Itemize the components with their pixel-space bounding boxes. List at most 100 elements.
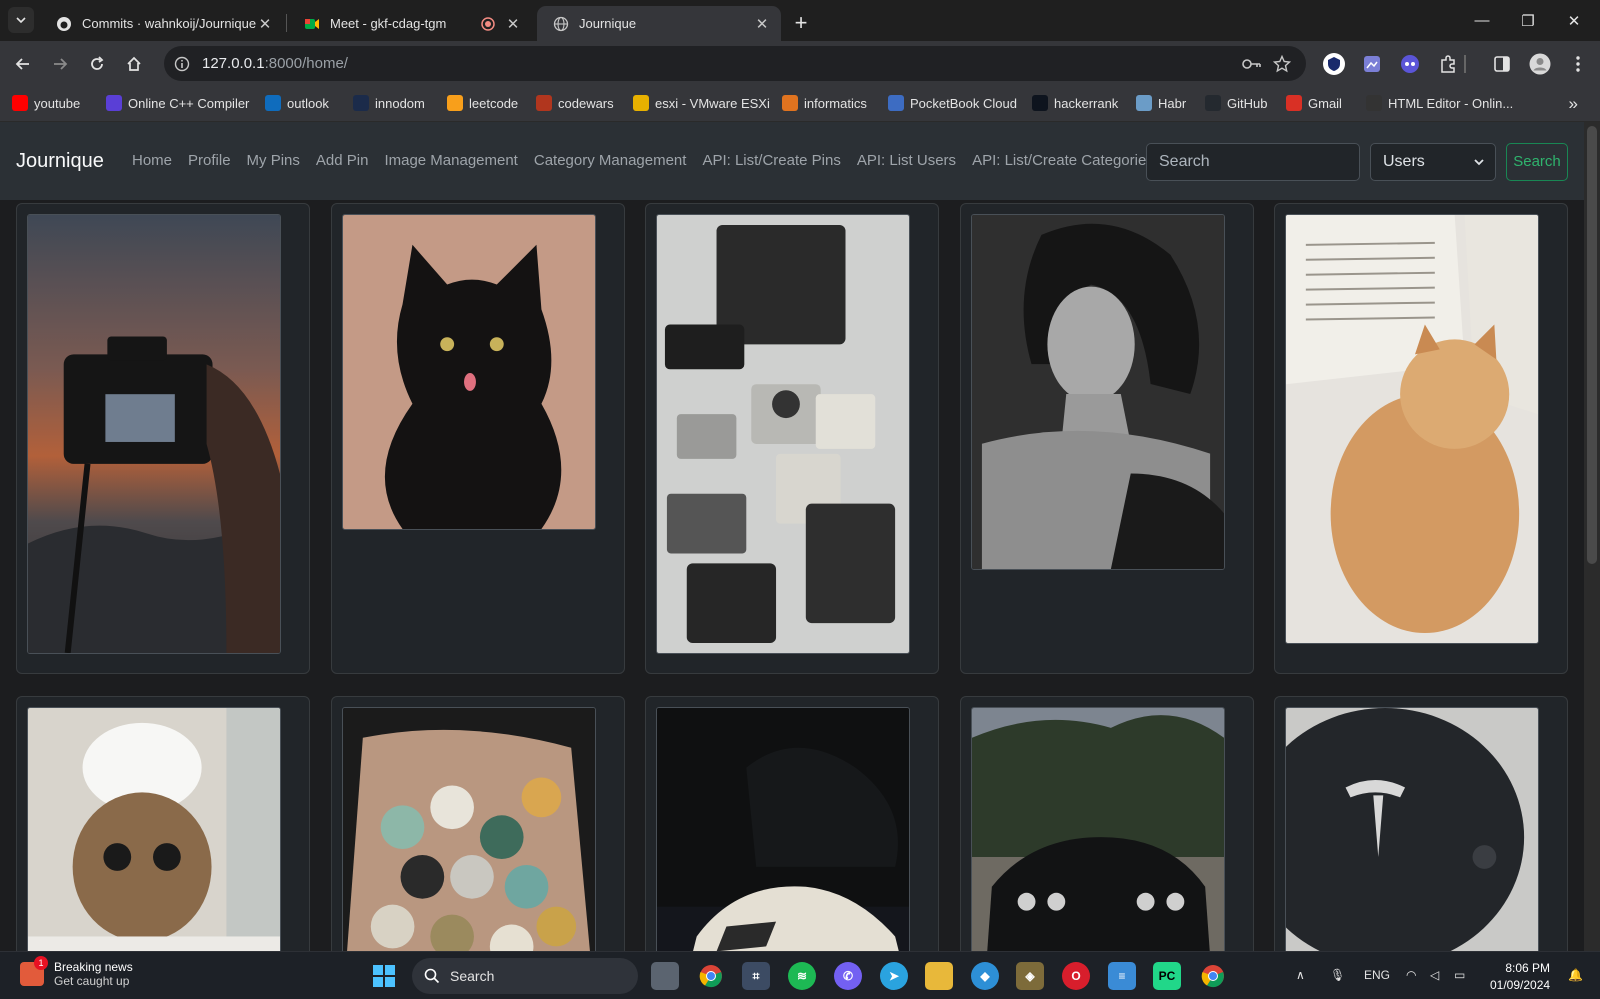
pin-image-bw-portrait[interactable]: [971, 214, 1225, 570]
key-icon[interactable]: [1240, 52, 1264, 76]
chrome-active-icon[interactable]: [1199, 962, 1227, 990]
opera-icon[interactable]: O: [1062, 962, 1090, 990]
bookmark-item[interactable]: PocketBook Cloud: [888, 95, 1017, 111]
bookmarks-overflow-icon[interactable]: »: [1569, 94, 1578, 114]
task-view-icon[interactable]: [651, 962, 679, 990]
nav-add-pin[interactable]: Add Pin: [316, 152, 369, 169]
browser-toolbar: 127.0.0.1:8000/home/: [0, 41, 1600, 86]
language-indicator[interactable]: ENG: [1364, 968, 1390, 982]
pin-image-bath-kitten[interactable]: [27, 707, 281, 951]
close-window-button[interactable]: ✕: [1551, 0, 1597, 41]
pin-image-kitten-book[interactable]: [1285, 214, 1539, 644]
bookmark-item[interactable]: Habr: [1136, 95, 1186, 111]
nav-api-users[interactable]: API: List Users: [857, 152, 956, 169]
tab-search-button[interactable]: [8, 7, 34, 33]
globe-icon: [553, 16, 569, 32]
tab-journique[interactable]: Journique ✕: [537, 6, 781, 41]
calculator-icon[interactable]: ⌗: [742, 962, 770, 990]
notepad-icon[interactable]: ≡: [1108, 962, 1136, 990]
bookmark-item[interactable]: GitHub: [1205, 95, 1267, 111]
viber-icon[interactable]: ✆: [834, 962, 862, 990]
battery-icon[interactable]: ▭: [1454, 968, 1465, 982]
spotify-icon[interactable]: ≋: [788, 962, 816, 990]
chevron-up-icon[interactable]: ∧: [1296, 968, 1305, 982]
url-host: 127.0.0.1: [202, 55, 265, 72]
bookmark-item[interactable]: Online C++ Compiler: [106, 95, 249, 111]
url-text[interactable]: 127.0.0.1:8000/home/: [202, 55, 348, 72]
extension-shield-icon[interactable]: [1322, 52, 1346, 76]
bookmark-item[interactable]: esxi - VMware ESXi: [633, 95, 770, 111]
plus-icon: +: [794, 10, 808, 35]
menu-kebab-icon[interactable]: [1566, 52, 1590, 76]
site-info-icon[interactable]: [170, 52, 194, 76]
home-button[interactable]: [119, 49, 149, 79]
bookmark-favicon-icon: [353, 95, 369, 111]
docker-icon[interactable]: ◆: [971, 962, 999, 990]
bookmark-item[interactable]: Gmail: [1286, 95, 1342, 111]
pin-image-bottle-caps[interactable]: [342, 707, 596, 951]
taskbar-search[interactable]: Search: [412, 958, 638, 994]
windows-start-icon[interactable]: [370, 962, 398, 990]
profile-avatar-icon[interactable]: [1528, 52, 1552, 76]
tab-meet[interactable]: Meet - gkf-cdag-tgm ✕: [288, 6, 532, 41]
git-tool-icon[interactable]: ◈: [1016, 962, 1044, 990]
file-explorer-icon[interactable]: [925, 962, 953, 990]
pin-image-vintage-cameras[interactable]: [656, 214, 910, 654]
home-icon: [127, 56, 141, 71]
bookmark-label: PocketBook Cloud: [910, 95, 1017, 111]
wifi-icon[interactable]: ◠: [1406, 968, 1416, 982]
bookmark-item[interactable]: codewars: [536, 95, 614, 111]
minimize-button[interactable]: —: [1459, 0, 1505, 41]
scrollbar-thumb[interactable]: [1587, 126, 1597, 564]
nav-category-management[interactable]: Category Management: [534, 152, 687, 169]
search-button[interactable]: Search: [1506, 143, 1568, 181]
chrome-icon[interactable]: [697, 962, 725, 990]
system-clock[interactable]: 8:06 PM 01/09/2024: [1490, 960, 1550, 994]
extension-mask-icon[interactable]: [1398, 52, 1422, 76]
pin-image-tesla-wheel[interactable]: [1285, 707, 1539, 951]
close-icon[interactable]: ✕: [256, 15, 274, 33]
nav-api-pins[interactable]: API: List/Create Pins: [702, 152, 840, 169]
recording-icon: [480, 16, 496, 32]
volume-icon[interactable]: ◁: [1430, 968, 1439, 982]
reload-button[interactable]: [82, 49, 112, 79]
pin-image-sports-car-night[interactable]: [656, 707, 910, 951]
pin-image-camera-sunset[interactable]: [27, 214, 281, 654]
news-widget[interactable]: 1 Breaking news Get caught up: [20, 956, 133, 988]
bookmark-item[interactable]: outlook: [265, 95, 329, 111]
pin-image-muscle-car[interactable]: [971, 707, 1225, 951]
pin-image-black-cat[interactable]: [342, 214, 596, 530]
bookmark-item[interactable]: leetcode: [447, 95, 518, 111]
close-icon[interactable]: ✕: [753, 15, 771, 33]
pycharm-icon[interactable]: PC: [1153, 962, 1181, 990]
extensions-puzzle-icon[interactable]: [1436, 52, 1460, 76]
close-icon[interactable]: ✕: [504, 15, 522, 33]
telegram-icon[interactable]: ➤: [880, 962, 908, 990]
nav-my-pins[interactable]: My Pins: [247, 152, 300, 169]
search-input[interactable]: Search: [1146, 143, 1360, 181]
extension-picture-icon[interactable]: [1360, 52, 1384, 76]
bookmark-item[interactable]: hackerrank: [1032, 95, 1118, 111]
address-bar[interactable]: 127.0.0.1:8000/home/: [164, 46, 1306, 81]
nav-profile[interactable]: Profile: [188, 152, 231, 169]
bookmark-item[interactable]: HTML Editor - Onlin...: [1366, 95, 1513, 111]
notification-bell-icon[interactable]: 🔔: [1568, 968, 1583, 982]
back-button[interactable]: [8, 49, 38, 79]
bookmark-item[interactable]: informatics: [782, 95, 867, 111]
nav-home[interactable]: Home: [132, 152, 172, 169]
search-type-select[interactable]: Users: [1370, 143, 1496, 181]
nav-api-categories[interactable]: API: List/Create Categories: [972, 152, 1154, 169]
forward-button[interactable]: [45, 49, 75, 79]
bookmark-item[interactable]: innodom: [353, 95, 425, 111]
bookmark-item[interactable]: youtube: [12, 95, 80, 111]
page-scrollbar[interactable]: [1584, 122, 1600, 951]
side-panel-icon[interactable]: [1490, 52, 1514, 76]
brand-logo[interactable]: Journique: [16, 150, 104, 173]
bookmark-star-icon[interactable]: [1270, 52, 1294, 76]
new-tab-button[interactable]: +: [788, 10, 814, 36]
restore-button[interactable]: ❐: [1505, 0, 1551, 41]
nav-image-management[interactable]: Image Management: [384, 152, 517, 169]
microphone-icon[interactable]: 🎙: [1330, 968, 1345, 982]
tab-commits[interactable]: Commits · wahnkoij/Journique ✕: [40, 6, 284, 41]
url-path: :8000/home/: [264, 55, 348, 72]
